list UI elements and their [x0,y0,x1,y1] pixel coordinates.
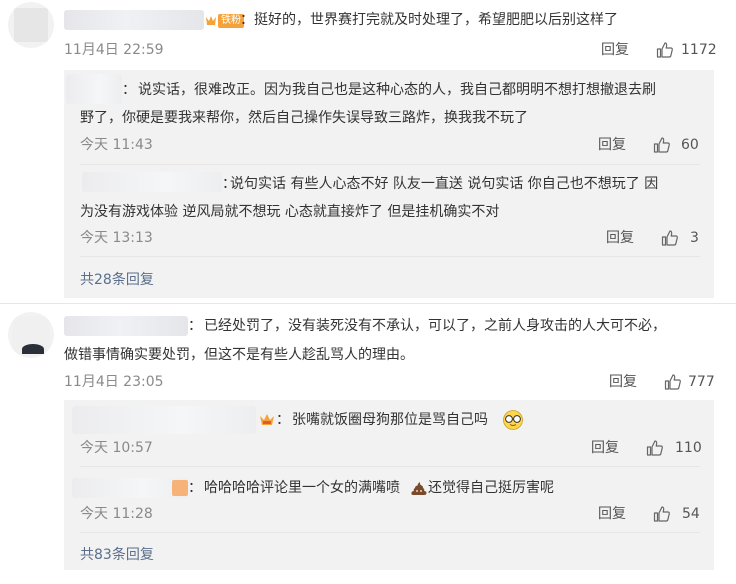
reply-text-line: 说实话，很难改正。因为我自己也是这种心态的人，我自己都明明不想打想撤退去刷 [138,82,656,98]
more-replies-link[interactable]: 共28条回复 [80,270,154,290]
reply-divider [80,466,700,467]
reply-divider [80,532,700,533]
thumbs-up-icon[interactable] [661,229,679,247]
thumbs-up-icon[interactable] [656,41,674,59]
comment-divider [0,303,736,304]
comment-text-line: 做错事情确实要处罚，但这不是有些人趁乱骂人的理由。 [64,347,414,363]
like-count: 60 [681,137,699,153]
reply-text: 还觉得自己挺厉害呢 [428,480,554,496]
reply-button[interactable]: 回复 [598,135,626,155]
reply-text: 哈哈哈哈评论里一个女的满嘴喷 [204,480,400,496]
reply-separator: ： [276,412,290,428]
thumbs-up-icon[interactable] [646,439,664,457]
reply-text-line: 说句实话 有些人心态不好 队友一直送 说句实话 你自己也不想玩了 因 [230,176,659,192]
vip-badge-icon [206,16,216,25]
fan-badge: 铁粉 [204,14,244,28]
more-replies-link[interactable]: 共83条回复 [80,545,154,565]
username-blurred[interactable] [64,316,188,336]
comment-separator: ： [188,318,202,334]
thumbs-up-icon[interactable] [653,136,671,154]
reply-button[interactable]: 回复 [591,438,619,458]
reply-button[interactable]: 回复 [598,504,626,524]
comment-text: 挺好的，世界赛打完就及时处理了，希望肥肥以后别这样了 [254,12,618,28]
reply-button[interactable]: 回复 [609,372,637,392]
comment-time: 11月4日 22:59 [64,42,164,58]
username-tag [172,480,188,496]
reply-text-line: 野了，你硬是要我来帮你，然后自己操作失误导致三路炸，换我我不玩了 [80,110,528,126]
reply-time: 今天 11:43 [80,137,153,153]
like-count: 3 [690,230,699,246]
like-count: 110 [675,440,702,456]
reply-separator: ： [122,82,136,98]
reply-time: 今天 10:57 [80,440,153,456]
avatar[interactable] [8,2,54,48]
reply-button[interactable]: 回复 [601,40,629,60]
reply-text: 张嘴就饭圈母狗那位是骂自己吗 [292,412,488,428]
username-blurred[interactable] [72,406,256,434]
like-count: 54 [682,506,700,522]
reply-separator: ： [188,480,202,496]
username-blurred[interactable] [82,172,222,192]
thumbs-up-icon[interactable] [664,373,682,391]
reply-time: 今天 11:28 [80,506,153,522]
comment-separator: ： [240,12,254,28]
username-blurred[interactable] [72,478,188,498]
vip-badge-icon [260,414,274,425]
like-count: 777 [688,374,715,390]
username-blurred[interactable] [66,74,122,104]
reply-divider [80,164,700,165]
glasses-emoji-icon [503,410,523,430]
username-blurred[interactable] [64,10,204,30]
reply-text-line: 为没有游戏体验 逆风局就不想玩 心态就直接炸了 但是挂机确实不对 [80,204,500,220]
poop-emoji-icon [411,482,427,495]
thumbs-up-icon[interactable] [653,505,671,523]
comment-time: 11月4日 23:05 [64,374,164,390]
reply-button[interactable]: 回复 [606,228,634,248]
comment-text-line: 已经处罚了，没有装死没有不承认，可以了，之前人身攻击的人大可不必， [204,318,666,334]
reply-time: 今天 13:13 [80,230,153,246]
avatar[interactable] [8,312,54,358]
reply-divider [80,256,700,257]
like-count: 1172 [681,42,717,58]
